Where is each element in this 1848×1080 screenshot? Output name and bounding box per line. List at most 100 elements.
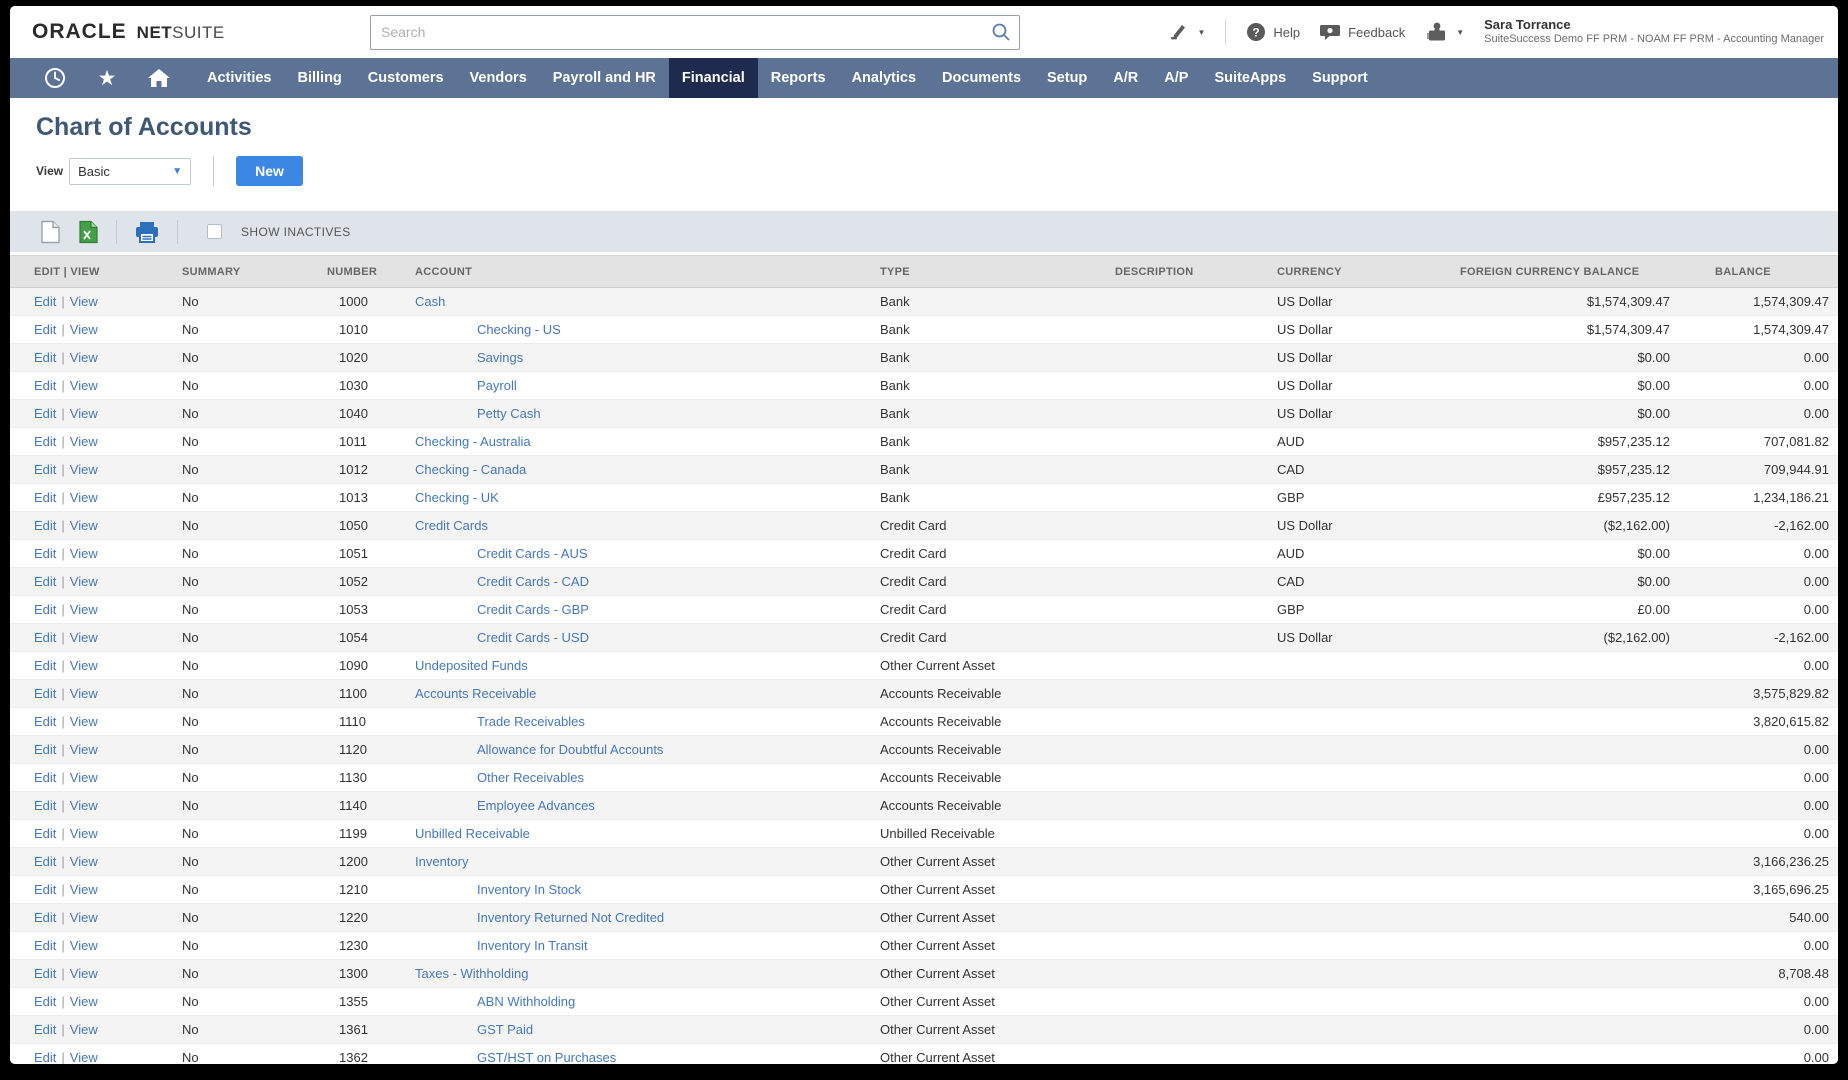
account-link[interactable]: Employee Advances: [415, 798, 595, 813]
search-icon[interactable]: [991, 22, 1011, 42]
view-link[interactable]: View: [70, 462, 98, 477]
edit-link[interactable]: Edit: [34, 854, 56, 869]
account-link[interactable]: Credit Cards - AUS: [415, 546, 588, 561]
new-button[interactable]: New: [236, 156, 303, 186]
view-link[interactable]: View: [70, 714, 98, 729]
edit-link[interactable]: Edit: [34, 882, 56, 897]
edit-link[interactable]: Edit: [34, 1022, 56, 1037]
view-link[interactable]: View: [70, 854, 98, 869]
account-link[interactable]: Savings: [415, 350, 523, 365]
account-link[interactable]: Credit Cards - USD: [415, 630, 589, 645]
nav-item-documents[interactable]: Documents: [929, 58, 1034, 98]
edit-link[interactable]: Edit: [34, 406, 56, 421]
edit-link[interactable]: Edit: [34, 1050, 56, 1064]
view-link[interactable]: View: [70, 602, 98, 617]
account-link[interactable]: Payroll: [415, 378, 517, 393]
nav-item-financial[interactable]: Financial: [669, 58, 758, 98]
edit-link[interactable]: Edit: [34, 770, 56, 785]
edit-link[interactable]: Edit: [34, 630, 56, 645]
view-link[interactable]: View: [70, 490, 98, 505]
edit-link[interactable]: Edit: [34, 294, 56, 309]
account-link[interactable]: Allowance for Doubtful Accounts: [415, 742, 663, 757]
help-button[interactable]: ? Help: [1246, 22, 1300, 42]
account-link[interactable]: Trade Receivables: [415, 714, 585, 729]
account-link[interactable]: Unbilled Receivable: [415, 826, 530, 841]
view-link[interactable]: View: [70, 518, 98, 533]
shortcuts-star-icon[interactable]: ★: [88, 64, 126, 92]
nav-item-activities[interactable]: Activities: [194, 58, 284, 98]
view-link[interactable]: View: [70, 798, 98, 813]
view-link[interactable]: View: [70, 742, 98, 757]
nav-item-a-r[interactable]: A/R: [1100, 58, 1151, 98]
view-link[interactable]: View: [70, 294, 98, 309]
view-link[interactable]: View: [70, 1050, 98, 1064]
edit-link[interactable]: Edit: [34, 938, 56, 953]
view-link[interactable]: View: [70, 994, 98, 1009]
export-csv-icon[interactable]: [40, 220, 61, 244]
account-link[interactable]: Credit Cards - CAD: [415, 574, 589, 589]
account-link[interactable]: Checking - US: [415, 322, 561, 337]
view-link[interactable]: View: [70, 910, 98, 925]
nav-item-setup[interactable]: Setup: [1034, 58, 1100, 98]
edit-link[interactable]: Edit: [34, 826, 56, 841]
export-excel-icon[interactable]: [78, 220, 99, 244]
nav-item-reports[interactable]: Reports: [758, 58, 839, 98]
edit-link[interactable]: Edit: [34, 350, 56, 365]
account-link[interactable]: Inventory: [415, 854, 468, 869]
view-link[interactable]: View: [70, 770, 98, 785]
edit-link[interactable]: Edit: [34, 658, 56, 673]
account-link[interactable]: ABN Withholding: [415, 994, 575, 1009]
edit-link[interactable]: Edit: [34, 378, 56, 393]
edit-link[interactable]: Edit: [34, 602, 56, 617]
edit-link[interactable]: Edit: [34, 574, 56, 589]
view-link[interactable]: View: [70, 322, 98, 337]
account-link[interactable]: GST Paid: [415, 1022, 533, 1037]
nav-item-customers[interactable]: Customers: [355, 58, 457, 98]
edit-link[interactable]: Edit: [34, 322, 56, 337]
nav-item-analytics[interactable]: Analytics: [839, 58, 929, 98]
edit-link[interactable]: Edit: [34, 462, 56, 477]
view-link[interactable]: View: [70, 658, 98, 673]
account-link[interactable]: Checking - Canada: [415, 462, 526, 477]
account-link[interactable]: Other Receivables: [415, 770, 584, 785]
search-input[interactable]: [370, 15, 1020, 50]
quick-create-menu[interactable]: ▼: [1168, 21, 1205, 43]
account-link[interactable]: GST/HST on Purchases: [415, 1050, 616, 1064]
feedback-button[interactable]: Feedback: [1320, 22, 1405, 42]
account-link[interactable]: Inventory Returned Not Credited: [415, 910, 664, 925]
edit-link[interactable]: Edit: [34, 686, 56, 701]
netsuite-logo[interactable]: ORACLE NETSUITE: [10, 20, 370, 44]
account-link[interactable]: Petty Cash: [415, 406, 541, 421]
nav-item-a-p[interactable]: A/P: [1151, 58, 1201, 98]
account-link[interactable]: Inventory In Transit: [415, 938, 588, 953]
account-link[interactable]: Undeposited Funds: [415, 658, 528, 673]
edit-link[interactable]: Edit: [34, 966, 56, 981]
role-menu[interactable]: ▼: [1425, 21, 1464, 43]
nav-item-support[interactable]: Support: [1299, 58, 1381, 98]
view-link[interactable]: View: [70, 826, 98, 841]
account-link[interactable]: Checking - Australia: [415, 434, 531, 449]
account-link[interactable]: Credit Cards: [415, 518, 488, 533]
account-link[interactable]: Cash: [415, 294, 445, 309]
edit-link[interactable]: Edit: [34, 714, 56, 729]
view-link[interactable]: View: [70, 1022, 98, 1037]
view-link[interactable]: View: [70, 882, 98, 897]
view-link[interactable]: View: [70, 406, 98, 421]
edit-link[interactable]: Edit: [34, 434, 56, 449]
view-link[interactable]: View: [70, 350, 98, 365]
print-icon[interactable]: [134, 220, 160, 244]
view-link[interactable]: View: [70, 434, 98, 449]
edit-link[interactable]: Edit: [34, 910, 56, 925]
account-link[interactable]: Taxes - Withholding: [415, 966, 528, 981]
show-inactives-checkbox[interactable]: [207, 224, 222, 239]
view-link[interactable]: View: [70, 686, 98, 701]
nav-item-suiteapps[interactable]: SuiteApps: [1201, 58, 1299, 98]
nav-item-billing[interactable]: Billing: [284, 58, 354, 98]
account-link[interactable]: Credit Cards - GBP: [415, 602, 589, 617]
edit-link[interactable]: Edit: [34, 546, 56, 561]
account-link[interactable]: Checking - UK: [415, 490, 499, 505]
nav-item-payroll-and-hr[interactable]: Payroll and HR: [540, 58, 669, 98]
view-select[interactable]: Basic ▼: [69, 158, 191, 185]
account-link[interactable]: Inventory In Stock: [415, 882, 581, 897]
edit-link[interactable]: Edit: [34, 742, 56, 757]
